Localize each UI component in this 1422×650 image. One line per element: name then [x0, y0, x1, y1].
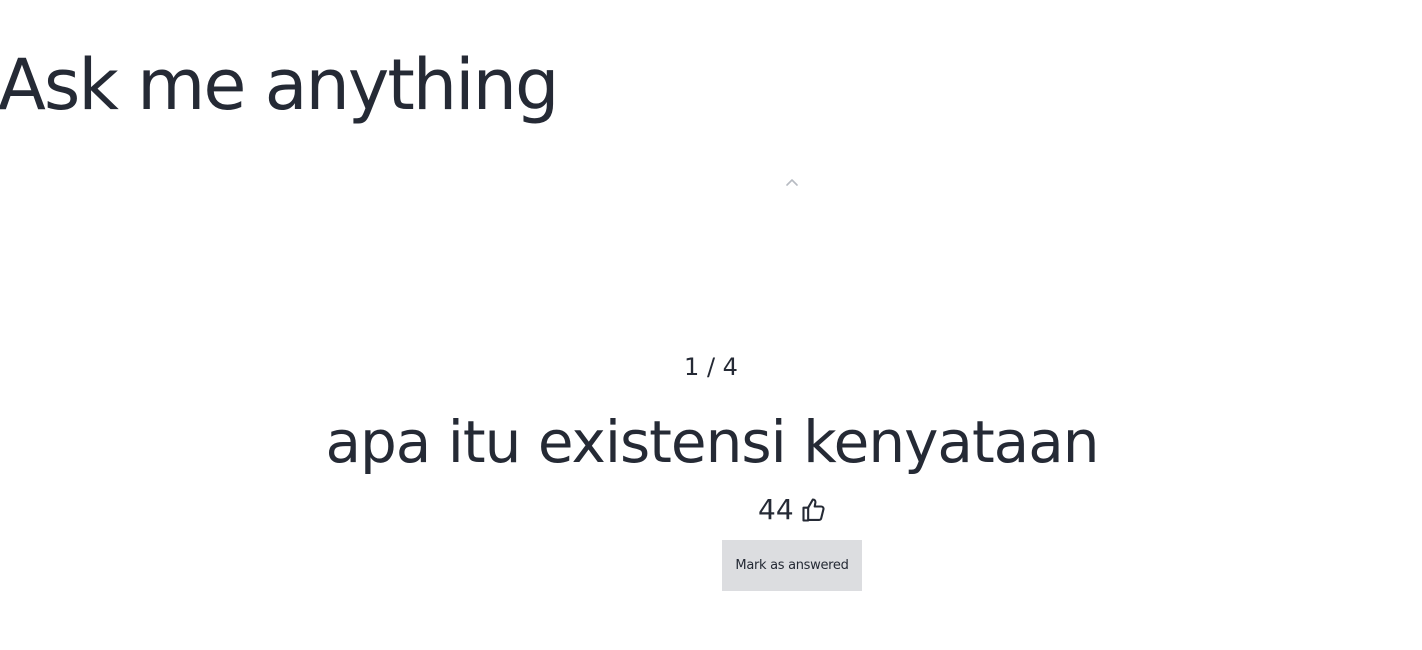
presenter-page: Ask me anything 1 / 4 apa itu existensi …	[0, 0, 1422, 650]
vote-summary: 44	[758, 492, 828, 528]
question-counter: 1 / 4	[684, 353, 738, 381]
vote-count: 44	[758, 493, 794, 526]
page-title: Ask me anything	[0, 44, 559, 126]
chevron-up-icon	[782, 172, 802, 190]
thumbs-up-icon	[800, 496, 828, 524]
mark-as-answered-button[interactable]: Mark as answered	[722, 540, 862, 591]
question-text: apa itu existensi kenyataan	[325, 408, 1099, 476]
previous-question-button[interactable]	[782, 172, 802, 190]
